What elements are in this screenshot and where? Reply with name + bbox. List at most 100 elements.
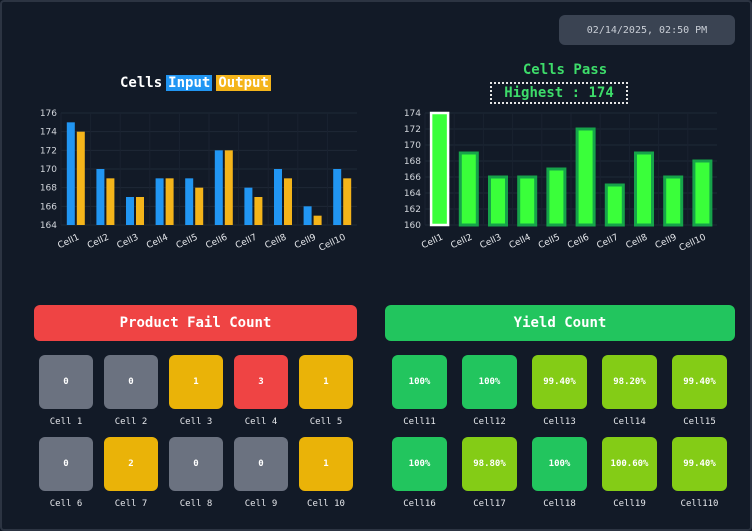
y-tick-label: 172 <box>40 146 57 156</box>
pass-bar <box>488 175 508 227</box>
y-tick-label: 164 <box>40 221 57 231</box>
x-tick-label: Cell4 <box>508 233 533 252</box>
cells-pass-title: Cells Pass <box>522 62 608 78</box>
fail-count-tile[interactable]: 0 <box>39 437 93 491</box>
y-tick-label: 168 <box>40 184 57 194</box>
yield-tile-label: Cell19 <box>613 499 646 509</box>
fail-count-tile[interactable]: 0 <box>39 355 93 409</box>
fail-count-tile[interactable]: 2 <box>104 437 158 491</box>
pass-bar <box>546 167 567 227</box>
output-bar <box>284 178 292 225</box>
pass-bar <box>517 175 538 227</box>
pass-bar <box>604 183 625 227</box>
input-bar <box>333 169 342 225</box>
pass-bar <box>692 159 713 227</box>
output-bar <box>224 150 233 225</box>
x-tick-label: Cell2 <box>86 233 111 252</box>
yield-tile[interactable]: 99.40% <box>672 437 727 491</box>
yield-tile-label: Cell11 <box>403 417 436 427</box>
x-tick-label: Cell5 <box>537 233 562 252</box>
output-bar <box>313 215 322 225</box>
datetime-display: 02/14/2025, 02:50 PM <box>559 15 735 45</box>
highest-value-label: Highest : 174 <box>490 82 628 104</box>
fail-count-tile[interactable]: 1 <box>299 355 353 409</box>
output-bar <box>165 178 174 225</box>
x-tick-label: Cell6 <box>566 233 591 252</box>
output-bar <box>136 197 144 225</box>
yield-tile-label: Cell16 <box>403 499 436 509</box>
legend-input[interactable]: Input <box>166 75 213 91</box>
x-tick-label: Cell7 <box>234 233 259 252</box>
x-tick-label: Cell6 <box>204 233 229 252</box>
yield-tile-label: Cell15 <box>683 417 716 427</box>
x-tick-label: Cell8 <box>625 233 650 252</box>
output-bar <box>254 197 263 225</box>
fail-count-tile-label: Cell 3 <box>179 417 213 427</box>
x-tick-label: Cell1 <box>420 233 445 252</box>
y-tick-label: 164 <box>404 189 421 199</box>
y-tick-label: 172 <box>404 125 421 135</box>
yield-tile[interactable]: 98.20% <box>602 355 657 409</box>
fail-count-tile-label: Cell 6 <box>49 499 83 509</box>
input-bar <box>155 178 164 225</box>
yield-tile-label: Cell17 <box>473 499 506 509</box>
x-tick-label: Cell1 <box>56 233 81 252</box>
input-output-bar-chart: 164166168170172174176Cell1 Cell2 Cell3 Cell… <box>40 109 357 254</box>
input-bar <box>274 169 282 225</box>
y-tick-label: 162 <box>404 205 421 215</box>
yield-tile[interactable]: 100.60% <box>602 437 657 491</box>
output-bar <box>106 178 115 225</box>
fail-count-tile[interactable]: 3 <box>234 355 288 409</box>
input-bar <box>66 122 75 225</box>
yield-tile[interactable]: 98.80% <box>462 437 517 491</box>
yield-tile-label: Cell14 <box>613 417 646 427</box>
x-tick-label: Cell4 <box>145 233 170 252</box>
yield-tile-label: Cell12 <box>473 417 506 427</box>
fail-count-tile-label: Cell 5 <box>309 417 343 427</box>
y-tick-label: 166 <box>40 202 57 212</box>
pass-bar <box>458 151 479 227</box>
fail-count-tile[interactable]: 0 <box>234 437 288 491</box>
pass-bar <box>634 151 654 227</box>
x-tick-label: Cell3 <box>116 233 141 252</box>
y-tick-label: 174 <box>40 128 57 138</box>
input-bar <box>96 169 105 225</box>
yield-tile-label: Cell110 <box>680 499 719 509</box>
input-bar <box>214 150 223 225</box>
yield-tile[interactable]: 99.40% <box>532 355 587 409</box>
x-tick-label: Cell9 <box>293 233 318 252</box>
fail-count-tile[interactable]: 0 <box>169 437 223 491</box>
fail-count-tile-label: Cell 9 <box>244 499 278 509</box>
fail-count-tile-label: Cell 10 <box>307 499 345 509</box>
fail-count-tile[interactable]: 1 <box>299 437 353 491</box>
yield-tile[interactable]: 100% <box>392 437 447 491</box>
cells-pass-bar-chart: 160162164166168170172174Cell1 Cell2 Cell3 C… <box>404 109 717 254</box>
yield-tile[interactable]: 100% <box>392 355 447 409</box>
yield-count-header: Yield Count <box>385 305 735 341</box>
fail-count-tile-label: Cell 1 <box>49 417 83 427</box>
y-tick-label: 174 <box>404 109 421 119</box>
fail-count-tile[interactable]: 0 <box>104 355 158 409</box>
yield-tile[interactable]: 99.40% <box>672 355 727 409</box>
y-tick-label: 170 <box>40 165 57 175</box>
pass-bar <box>575 127 596 227</box>
y-tick-label: 168 <box>404 157 421 167</box>
fail-count-tile-label: Cell 7 <box>114 499 148 509</box>
yield-tile[interactable]: 100% <box>532 437 587 491</box>
fail-count-tile-label: Cell 8 <box>179 499 213 509</box>
input-bar <box>185 178 194 225</box>
x-tick-label: Cell10 <box>678 233 708 254</box>
product-fail-count-header: Product Fail Count <box>34 305 357 341</box>
yield-tile[interactable]: 100% <box>462 355 517 409</box>
legend-output[interactable]: Output <box>216 75 271 91</box>
x-tick-label: Cell5 <box>175 233 200 252</box>
input-bar <box>303 206 312 225</box>
fail-count-tile-label: Cell 4 <box>244 417 278 427</box>
fail-count-tile[interactable]: 1 <box>169 355 223 409</box>
output-bar <box>343 178 352 225</box>
x-tick-label: Cell3 <box>479 233 504 252</box>
x-tick-label: Cell7 <box>595 233 620 252</box>
yield-tile-label: Cell18 <box>543 499 576 509</box>
y-tick-label: 170 <box>404 141 421 151</box>
fail-count-tile-label: Cell 2 <box>114 417 148 427</box>
